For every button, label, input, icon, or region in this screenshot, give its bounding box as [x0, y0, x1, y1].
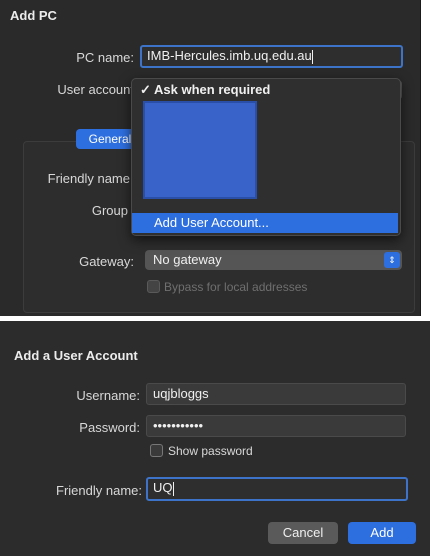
chevron-updown-icon: ⇕	[384, 252, 400, 268]
text-caret	[172, 481, 174, 496]
friendly-name-value: UQ	[153, 480, 173, 495]
dialog-title: Add a User Account	[14, 348, 138, 363]
bypass-label: Bypass for local addresses	[164, 280, 308, 294]
friendly-name-label: Friendly name	[47, 171, 130, 186]
dialog-title: Add PC	[10, 8, 57, 23]
add-user-account-dialog: Add a User Account Username: uqjbloggs P…	[0, 321, 430, 556]
username-value: uqjbloggs	[153, 386, 209, 401]
group-label: Group	[91, 203, 128, 218]
menu-item-label: Add User Account...	[154, 215, 269, 230]
user-account-label: User account	[57, 82, 134, 97]
gateway-popup[interactable]: No gateway ⇕	[145, 250, 402, 270]
checkmark-icon: ✓	[140, 82, 151, 97]
friendly-name-label: Friendly name:	[56, 483, 142, 498]
show-password-label: Show password	[168, 444, 253, 458]
text-caret	[311, 49, 313, 64]
gateway-value: No gateway	[153, 252, 222, 267]
menu-item-label: Ask when required	[154, 82, 271, 97]
password-field[interactable]: •••••••••••	[146, 415, 406, 437]
password-label: Password:	[79, 420, 140, 435]
menu-item-add-user-account[interactable]: Add User Account...	[132, 213, 398, 233]
add-pc-dialog: Add PC PC name: IMB-Hercules.imb.uq.edu.…	[0, 0, 421, 316]
show-password-checkbox[interactable]	[150, 444, 163, 457]
user-account-menu: ✓ Ask when required Add User Account...	[131, 78, 401, 236]
add-button[interactable]: Add	[348, 522, 416, 544]
pc-name-label: PC name:	[76, 50, 134, 65]
gateway-label: Gateway:	[79, 254, 134, 269]
menu-item-ask-when-required[interactable]: ✓ Ask when required	[140, 82, 270, 98]
username-field[interactable]: uqjbloggs	[146, 383, 406, 405]
tab-general[interactable]: General	[76, 129, 136, 149]
cancel-button[interactable]: Cancel	[268, 522, 338, 544]
password-value: •••••••••••	[153, 418, 204, 433]
pc-name-field[interactable]: IMB-Hercules.imb.uq.edu.au	[140, 45, 403, 68]
pc-name-value: IMB-Hercules.imb.uq.edu.au	[147, 48, 312, 63]
bypass-checkbox[interactable]	[147, 280, 160, 293]
redacted-accounts-block	[143, 101, 257, 199]
username-label: Username:	[76, 388, 140, 403]
friendly-name-field[interactable]: UQ	[146, 477, 408, 501]
